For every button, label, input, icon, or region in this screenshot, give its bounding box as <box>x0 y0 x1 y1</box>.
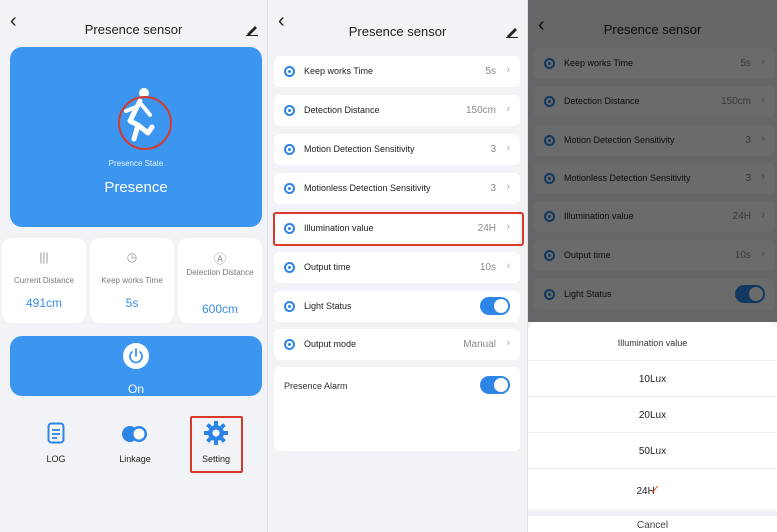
setting-value: 150cm <box>465 105 496 116</box>
radio-icon <box>284 183 295 194</box>
light-status-toggle[interactable] <box>480 297 510 315</box>
presence-alarm-label: Presence Alarm <box>284 381 348 391</box>
chevron-right-icon: › <box>506 103 510 115</box>
settings-panel: ‹ Presence sensor Keep works Time 5s › D… <box>268 0 527 532</box>
edit-icon[interactable] <box>505 24 519 38</box>
edit-icon[interactable] <box>245 22 259 36</box>
keep-works-time-card: ◷ Keep works Time 5s <box>90 238 174 323</box>
presence-alarm-card: Presence Alarm <box>274 367 520 451</box>
current-distance-card: ||| Current Distance 491cm <box>2 238 86 323</box>
setting-row-motionless-sensitivity[interactable]: Motionless Detection Sensitivity 3 › <box>274 173 520 204</box>
current-distance-label: Current Distance <box>13 276 75 285</box>
cancel-button[interactable]: Cancel <box>528 510 777 532</box>
setting-label: Output mode <box>304 339 357 349</box>
presence-alarm-toggle[interactable] <box>480 376 510 394</box>
highlight-circle <box>118 96 172 150</box>
radio-icon <box>284 262 295 273</box>
radio-icon <box>284 339 295 350</box>
header: ‹ Presence sensor <box>0 0 267 44</box>
detection-distance-card: Ⓐ Detection Distance 600cm <box>178 238 262 323</box>
picker-panel: ‹ Presence sensor Keep works Time 5s › D… <box>528 0 777 532</box>
linkage-label: Linkage <box>119 454 151 464</box>
setting-row-light-status: Light Status <box>274 291 520 322</box>
setting-value: 10s <box>479 262 496 273</box>
setting-label: Light Status <box>304 301 352 311</box>
modal-overlay[interactable] <box>528 0 777 322</box>
chevron-right-icon: › <box>506 337 510 349</box>
auto-icon: Ⓐ <box>213 252 226 266</box>
signal-icon: ||| <box>39 250 49 264</box>
radio-icon <box>284 301 295 312</box>
keep-works-time-label: Keep works Time <box>101 276 163 285</box>
chevron-right-icon: › <box>506 142 510 154</box>
picker-title: Illumination value <box>617 338 688 348</box>
log-button[interactable]: LOG <box>26 420 86 464</box>
power-label: On <box>127 382 144 396</box>
chevron-right-icon: › <box>506 260 510 272</box>
picker-option[interactable]: 20Lux <box>528 396 777 432</box>
linkage-button[interactable]: Linkage <box>105 420 165 464</box>
power-icon <box>123 343 149 369</box>
setting-value: Manual <box>463 339 496 350</box>
linkage-icon <box>122 426 147 442</box>
keep-works-time-value: 5s <box>125 296 139 310</box>
setting-value: 3 <box>490 183 496 194</box>
presence-state-value: Presence <box>104 179 168 196</box>
radio-icon <box>284 66 295 77</box>
detection-distance-value: 600cm <box>201 302 239 316</box>
detection-distance-label: Detection Distance <box>186 268 254 277</box>
device-home-panel: ‹ Presence sensor Presence State Presenc… <box>0 0 267 532</box>
presence-card: Presence State Presence <box>10 47 262 227</box>
log-icon <box>47 422 65 444</box>
header: ‹ Presence sensor <box>268 0 527 44</box>
current-distance-value: 491cm <box>25 296 63 310</box>
page-title: Presence sensor <box>84 22 183 37</box>
picker-option[interactable]: 10Lux <box>528 360 777 396</box>
page-title: Presence sensor <box>348 24 447 39</box>
setting-row-motion-sensitivity[interactable]: Motion Detection Sensitivity 3 › <box>274 134 520 165</box>
highlight-box <box>190 416 243 473</box>
radio-icon <box>284 144 295 155</box>
radio-icon <box>284 105 295 116</box>
checkmark-icon: ✓ <box>649 482 661 497</box>
setting-value: 5s <box>485 66 496 77</box>
setting-row-keep-works-time[interactable]: Keep works Time 5s › <box>274 56 520 87</box>
setting-label: Motionless Detection Sensitivity <box>304 183 431 193</box>
setting-label: Output time <box>304 262 351 272</box>
power-button[interactable]: On <box>10 336 262 396</box>
log-label: LOG <box>46 454 66 464</box>
setting-label: Detection Distance <box>304 105 380 115</box>
setting-row-detection-distance[interactable]: Detection Distance 150cm › <box>274 95 520 126</box>
setting-label: Motion Detection Sensitivity <box>304 144 415 154</box>
setting-row-output-time[interactable]: Output time 10s › <box>274 252 520 283</box>
chevron-right-icon: › <box>506 64 510 76</box>
setting-value: 3 <box>490 144 496 155</box>
picker-option-selected[interactable]: 24H ✓ <box>528 468 777 504</box>
setting-label: Keep works Time <box>304 66 374 76</box>
presence-state-label: Presence State <box>108 159 164 168</box>
illumination-picker-sheet: Illumination value 10Lux 20Lux 50Lux 24H… <box>528 322 777 532</box>
chevron-right-icon: › <box>506 181 510 193</box>
picker-option[interactable]: 50Lux <box>528 432 777 468</box>
timer-icon: ◷ <box>126 250 138 264</box>
setting-row-output-mode[interactable]: Output mode Manual › <box>274 329 520 360</box>
highlight-box <box>273 212 524 246</box>
